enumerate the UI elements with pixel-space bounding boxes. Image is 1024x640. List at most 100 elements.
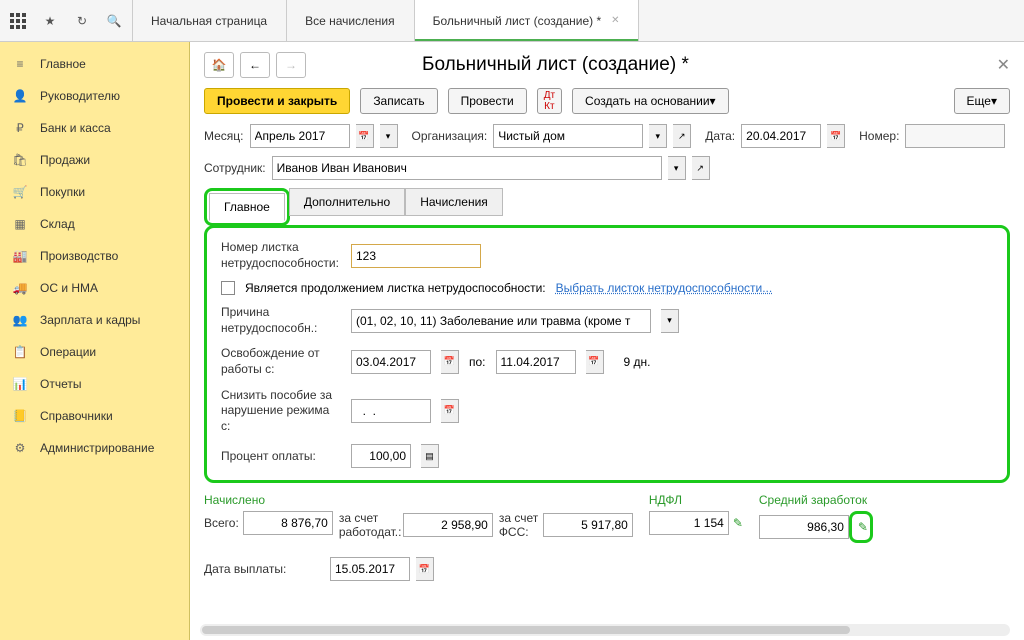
ndfl-input[interactable] [649,511,729,535]
dtkt-icon: ДтКт [544,90,555,112]
sidebar-item-reports[interactable]: 📊Отчеты [0,368,189,400]
sidebar-item-label: Склад [40,217,75,231]
cart-icon: 🛒 [12,184,28,200]
create-based-button[interactable]: Создать на основании ▾ [572,88,729,114]
star-icon[interactable]: ★ [40,11,60,31]
pencil-icon[interactable]: ✎ [858,520,868,534]
home-button[interactable]: 🏠 [204,52,234,78]
back-button[interactable]: ← [240,52,270,78]
continuation-checkbox[interactable] [221,281,235,295]
sidebar-item-purchases[interactable]: 🛒Покупки [0,176,189,208]
apps-icon[interactable] [8,11,28,31]
calendar-icon[interactable]: 📅 [441,350,459,374]
post-and-close-button[interactable]: Провести и закрыть [204,88,350,114]
search-icon[interactable]: 🔍 [104,11,124,31]
calendar-icon[interactable]: 📅 [441,399,459,423]
sidebar-item-label: Главное [40,57,86,71]
number-input[interactable] [905,124,1005,148]
post-button[interactable]: Провести [448,88,527,114]
tab-home[interactable]: Начальная страница [132,0,286,41]
employee-label: Сотрудник: [204,161,266,175]
open-icon[interactable]: ↗ [673,124,691,148]
pay-date-label: Дата выплаты: [204,562,324,576]
subtab-accruals[interactable]: Начисления [405,188,503,216]
sidebar-item-manager[interactable]: 👤Руководителю [0,80,189,112]
employer-input[interactable] [403,513,493,537]
sheet-no-input[interactable] [351,244,481,268]
highlight-marker: ✎ [849,511,873,543]
sidebar-item-label: Зарплата и кадры [40,313,140,327]
save-button[interactable]: Записать [360,88,437,114]
select-sheet-link[interactable]: Выбрать листок нетрудоспособности... [556,281,773,295]
sidebar-item-admin[interactable]: ⚙ Администрирование [0,432,189,464]
gear-icon: ⚙ [12,440,28,456]
horizontal-scrollbar[interactable] [200,624,1010,636]
sidebar-item-label: ОС и НМА [40,281,98,295]
tab-sick-leave[interactable]: Больничный лист (создание) * ✕ [414,0,639,41]
continuation-label: Является продолжением листка нетрудоспос… [245,281,546,295]
pencil-icon[interactable]: ✎ [733,516,743,530]
calendar-icon[interactable]: 📅 [356,124,374,148]
month-input[interactable] [250,124,350,148]
chevron-down-icon[interactable]: ▾ [668,156,686,180]
calc-icon[interactable]: ▤ [421,444,439,468]
release-to-label: по: [469,355,486,369]
chevron-down-icon[interactable]: ▾ [649,124,667,148]
avg-input[interactable] [759,515,849,539]
percent-input[interactable] [351,444,411,468]
chart-icon: 📊 [12,376,28,392]
stepper-icon[interactable]: ▾ [380,124,398,148]
history-icon[interactable]: ↻ [72,11,92,31]
close-icon[interactable]: ✕ [997,55,1010,75]
reduce-date-input[interactable] [351,399,431,423]
sidebar-item-bank[interactable]: ₽ Банк и касса [0,112,189,144]
sidebar-item-assets[interactable]: 🚚ОС и НМА [0,272,189,304]
close-icon[interactable]: ✕ [611,15,619,26]
bag-icon: 🛍 [12,152,28,168]
chevron-down-icon: ▾ [710,94,716,108]
employee-input[interactable] [272,156,662,180]
number-label: Номер: [859,129,899,143]
subtab-main[interactable]: Главное [209,193,285,221]
sidebar-item-operations[interactable]: 📋Операции [0,336,189,368]
date-input[interactable] [741,124,821,148]
open-icon[interactable]: ↗ [692,156,710,180]
calendar-icon[interactable]: 📅 [586,350,604,374]
calendar-icon[interactable]: 📅 [416,557,434,581]
sidebar-item-payroll[interactable]: 👥Зарплата и кадры [0,304,189,336]
tab-label: Все начисления [305,14,395,28]
accrued-title: Начислено [204,493,333,507]
dtkt-button[interactable]: ДтКт [537,88,562,114]
more-button[interactable]: Еще ▾ [954,88,1010,114]
sheet-no-label: Номер листка нетрудоспособности: [221,240,341,271]
chevron-down-icon[interactable]: ▾ [661,309,679,333]
fss-input[interactable] [543,513,633,537]
ruble-icon: ₽ [12,120,28,136]
org-input[interactable] [493,124,643,148]
calendar-icon[interactable]: 📅 [827,124,845,148]
subtab-additional[interactable]: Дополнительно [289,188,405,216]
release-from-input[interactable] [351,350,431,374]
release-to-input[interactable] [496,350,576,374]
sidebar-item-sales[interactable]: 🛍Продажи [0,144,189,176]
sidebar-item-warehouse[interactable]: ▦ Склад [0,208,189,240]
boxes-icon: ▦ [12,216,28,232]
sidebar-item-production[interactable]: 🏭Производство [0,240,189,272]
sidebar-item-label: Банк и касса [40,121,111,135]
reduce-label: Снизить пособие за нарушение режима с: [221,388,341,435]
forward-button[interactable]: → [276,52,306,78]
sidebar-item-main[interactable]: ≡Главное [0,48,189,80]
sidebar-item-label: Справочники [40,409,113,423]
page-title: Больничный лист (создание) * [422,54,689,76]
total-input[interactable] [243,511,333,535]
sidebar-item-catalogs[interactable]: 📒Справочники [0,400,189,432]
tab-all-accruals[interactable]: Все начисления [286,0,414,41]
date-label: Дата: [705,129,735,143]
reason-input[interactable] [351,309,651,333]
sidebar-item-label: Администрирование [40,441,154,455]
person-icon: 👤 [12,88,28,104]
tab-label: Больничный лист (создание) * [433,14,602,28]
sidebar-item-label: Операции [40,345,96,359]
fss-label: за счет ФСС: [499,511,539,539]
pay-date-input[interactable] [330,557,410,581]
